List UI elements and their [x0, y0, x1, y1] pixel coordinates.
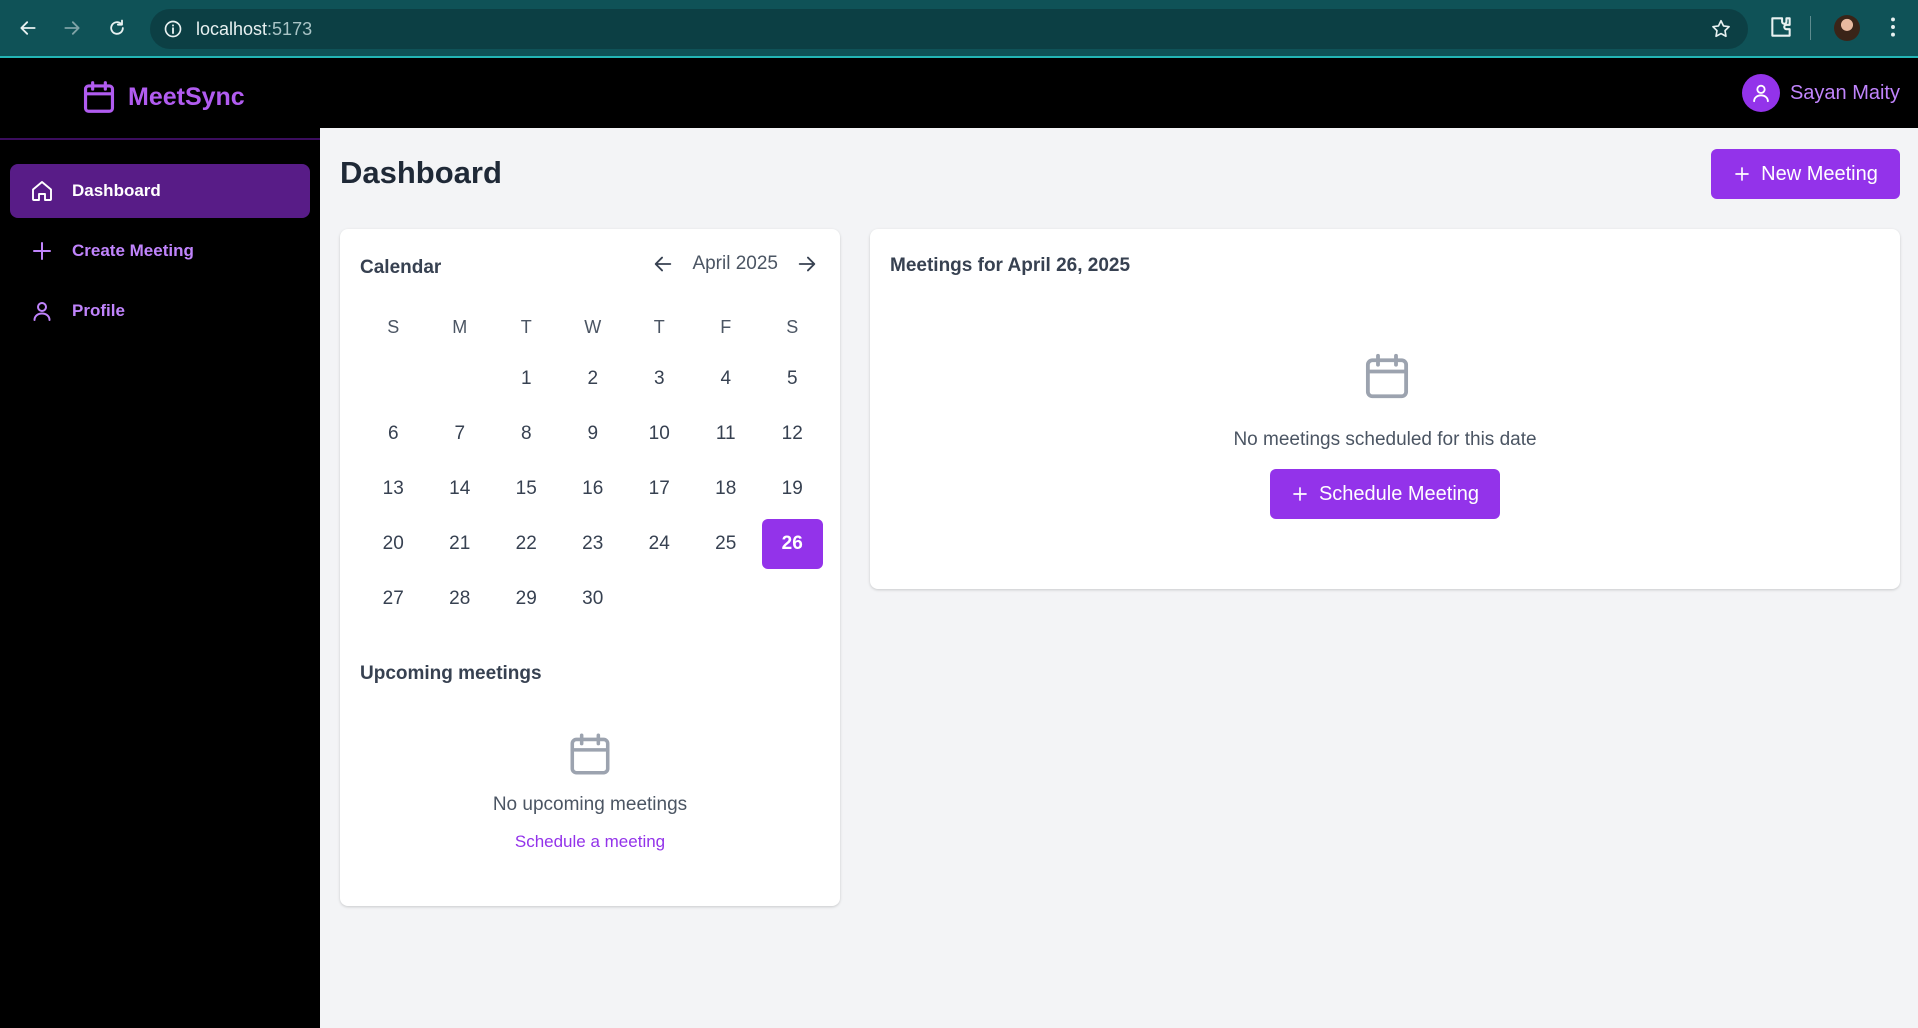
calendar-month-label: April 2025	[692, 253, 778, 274]
bookmark-star-icon[interactable]	[1710, 18, 1732, 40]
upcoming-empty-text: No upcoming meetings	[492, 794, 688, 815]
calendar-empty-cell	[363, 354, 424, 404]
toolbar-divider	[1810, 16, 1811, 40]
calendar-day[interactable]: 13	[363, 464, 424, 514]
weekday-header: T	[520, 316, 532, 337]
app-name: MeetSync	[128, 82, 245, 111]
calendar-day[interactable]: 2	[563, 354, 624, 404]
meetings-card: Meetings for April 26, 2025 No meetings …	[870, 229, 1900, 589]
sidebar-item-label: Profile	[72, 301, 125, 320]
user-icon	[1753, 84, 1769, 103]
plus-icon	[1293, 487, 1307, 501]
calendar-logo-icon	[83, 81, 115, 113]
calendar-day[interactable]: 12	[762, 409, 823, 459]
extensions-icon[interactable]	[1768, 14, 1794, 40]
forward-button[interactable]	[56, 12, 88, 44]
calendar-day[interactable]: 8	[496, 409, 557, 459]
calendar-day[interactable]: 25	[696, 519, 757, 569]
calendar-day[interactable]: 5	[762, 354, 823, 404]
calendar-day[interactable]: 16	[563, 464, 624, 514]
calendar-title: Calendar	[360, 257, 442, 278]
calendar-day[interactable]: 19	[762, 464, 823, 514]
calendar-day[interactable]: 1	[496, 354, 557, 404]
sidebar-divider	[0, 138, 320, 140]
info-icon[interactable]	[163, 19, 183, 39]
upcoming-title: Upcoming meetings	[360, 663, 542, 684]
schedule-meeting-link[interactable]: Schedule a meeting	[340, 832, 840, 852]
user-avatar	[1741, 74, 1780, 112]
plus-icon	[1735, 167, 1749, 181]
calendar-day[interactable]: 10	[629, 409, 690, 459]
calendar-grid: S M T W T F S 1 2 3 4 5 6 7 8 9 10 11 12 13 14 15 16 17 18 19 20 21…	[360, 307, 826, 629]
browser-chrome: localhost:5173	[0, 0, 1918, 58]
meetings-title: Meetings for April 26, 2025	[890, 255, 1131, 276]
calendar-day[interactable]: 29	[496, 574, 557, 624]
calendar-day[interactable]: 27	[363, 574, 424, 624]
calendar-day[interactable]: 15	[496, 464, 557, 514]
calendar-day[interactable]: 18	[696, 464, 757, 514]
prev-month-icon[interactable]	[652, 253, 674, 275]
calendar-day[interactable]: 7	[430, 409, 491, 459]
weekday-header: S	[387, 316, 400, 337]
calendar-nav: April 2025	[652, 253, 818, 275]
sidebar-item-profile[interactable]: Profile	[10, 284, 310, 338]
calendar-day[interactable]: 9	[563, 409, 624, 459]
schedule-meeting-button[interactable]: Schedule Meeting	[1270, 469, 1500, 519]
sidebar-item-dashboard[interactable]: Dashboard	[10, 164, 310, 218]
calendar-day-selected[interactable]: 26	[762, 519, 823, 569]
calendar-day[interactable]: 17	[629, 464, 690, 514]
calendar-day[interactable]: 23	[563, 519, 624, 569]
sidebar: Dashboard Create Meeting Profile	[0, 128, 320, 1028]
user-icon	[33, 302, 51, 321]
next-month-icon[interactable]	[796, 253, 818, 275]
back-button[interactable]	[12, 12, 44, 44]
reload-icon	[110, 19, 124, 35]
arrow-left-icon	[20, 21, 36, 35]
calendar-day[interactable]: 22	[496, 519, 557, 569]
weekday-header: F	[720, 316, 732, 337]
weekday-header: M	[452, 316, 468, 337]
calendar-day[interactable]: 3	[629, 354, 690, 404]
page-title: Dashboard	[340, 155, 502, 190]
meetings-empty-text: No meetings scheduled for this date	[1233, 429, 1537, 450]
address-bar[interactable]: localhost:5173	[150, 9, 1748, 49]
calendar-day[interactable]: 28	[430, 574, 491, 624]
calendar-day[interactable]: 21	[430, 519, 491, 569]
sidebar-item-label: Create Meeting	[72, 241, 194, 260]
calendar-day[interactable]: 20	[363, 519, 424, 569]
arrow-right-icon	[64, 21, 80, 35]
calendar-empty-icon	[570, 733, 610, 775]
weekday-header: T	[653, 316, 665, 337]
weekday-header: W	[584, 316, 602, 337]
url-text: localhost:5173	[196, 19, 313, 39]
calendar-day[interactable]: 30	[563, 574, 624, 624]
calendar-day[interactable]: 11	[696, 409, 757, 459]
calendar-day[interactable]: 6	[363, 409, 424, 459]
weekday-header: S	[786, 316, 799, 337]
kebab-menu-icon[interactable]	[1880, 14, 1906, 40]
app-header: MeetSync Sayan Maity	[0, 58, 1918, 128]
user-menu[interactable]: Sayan Maity	[1741, 74, 1900, 112]
calendar-day[interactable]: 14	[430, 464, 491, 514]
calendar-day[interactable]: 4	[696, 354, 757, 404]
calendar-card: Calendar April 2025 S M T W T F S 1 2 3 4 5 6 7 8 9 10 11…	[340, 229, 840, 906]
calendar-empty-cell	[430, 354, 491, 404]
browser-profile-avatar[interactable]	[1834, 15, 1860, 41]
plus-icon	[33, 242, 51, 260]
home-icon	[32, 181, 52, 201]
schedule-meeting-label: Schedule Meeting	[1318, 482, 1480, 505]
calendar-empty-icon	[1365, 353, 1409, 399]
calendar-day[interactable]: 24	[629, 519, 690, 569]
sidebar-item-create-meeting[interactable]: Create Meeting	[10, 224, 310, 278]
new-meeting-label: New Meeting	[1761, 162, 1878, 185]
brand-logo[interactable]: MeetSync	[80, 78, 245, 116]
grid-spacer	[360, 347, 826, 354]
reload-button[interactable]	[101, 12, 133, 44]
new-meeting-button[interactable]: New Meeting	[1711, 149, 1900, 199]
sidebar-item-label: Dashboard	[72, 181, 161, 200]
user-name: Sayan Maity	[1789, 81, 1900, 104]
